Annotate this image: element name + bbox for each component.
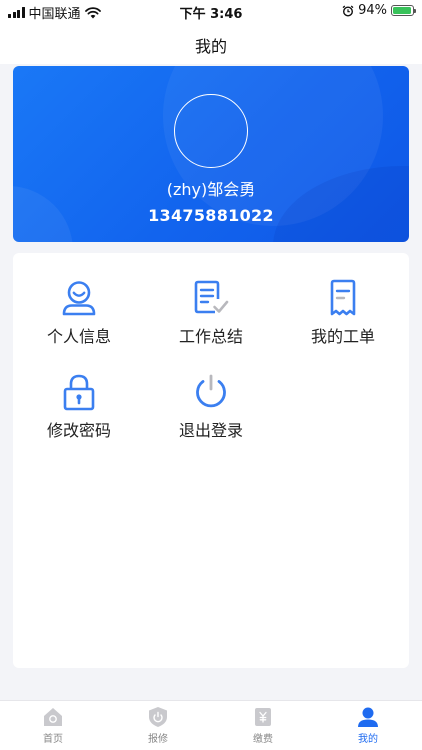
- avatar[interactable]: [174, 94, 248, 168]
- tab-label: 报修: [148, 734, 168, 745]
- tab-mine[interactable]: 我的: [338, 706, 398, 745]
- tab-payment[interactable]: 缴费: [233, 706, 293, 745]
- battery-level-fill: [393, 7, 411, 14]
- menu-item-change-password[interactable]: 修改密码: [19, 373, 139, 453]
- document-check-icon: [194, 280, 229, 314]
- menu-item-personal-info[interactable]: 个人信息: [19, 279, 139, 359]
- menu-item-work-summary[interactable]: 工作总结: [151, 279, 271, 359]
- tab-home[interactable]: 首页: [23, 706, 83, 745]
- menu-item-label: 工作总结: [178, 327, 243, 346]
- shield-icon: [149, 707, 167, 727]
- home-icon: [44, 708, 62, 726]
- tab-label: 首页: [43, 734, 63, 745]
- power-icon: [196, 374, 226, 408]
- menu-item-label: 修改密码: [46, 421, 111, 440]
- person-icon: [62, 281, 96, 316]
- status-bar: 中国联通 下午 3:46 94%: [0, 0, 422, 22]
- profile-name: (zhy)邹会勇: [166, 180, 256, 199]
- yuan-icon: [255, 708, 271, 726]
- alarm-icon: [342, 5, 354, 17]
- menu-panel: 个人信息 工作总结 我的工单 修改密码 退出登录: [13, 253, 409, 668]
- tab-label: 我的: [358, 734, 378, 745]
- nav-bar: 我的: [0, 22, 422, 64]
- user-icon: [358, 707, 378, 727]
- tab-repair[interactable]: 报修: [128, 706, 188, 745]
- profile-card: (zhy)邹会勇 13475881022: [13, 66, 409, 242]
- battery-icon: [391, 5, 416, 16]
- menu-item-logout[interactable]: 退出登录: [151, 373, 271, 453]
- menu-item-label: 个人信息: [46, 327, 111, 346]
- page-title: 我的: [194, 37, 227, 56]
- menu-item-my-work-orders[interactable]: 我的工单: [283, 279, 403, 359]
- receipt-icon: [330, 279, 356, 316]
- tab-label: 缴费: [253, 734, 273, 745]
- menu-item-label: 退出登录: [178, 421, 243, 440]
- battery-percent: 94%: [358, 3, 387, 18]
- menu-item-label: 我的工单: [310, 327, 375, 346]
- lock-icon: [63, 374, 95, 411]
- status-right: 94%: [342, 3, 416, 18]
- tab-bar: 首页 报修 缴费 我的: [0, 700, 422, 750]
- profile-phone: 13475881022: [148, 206, 274, 225]
